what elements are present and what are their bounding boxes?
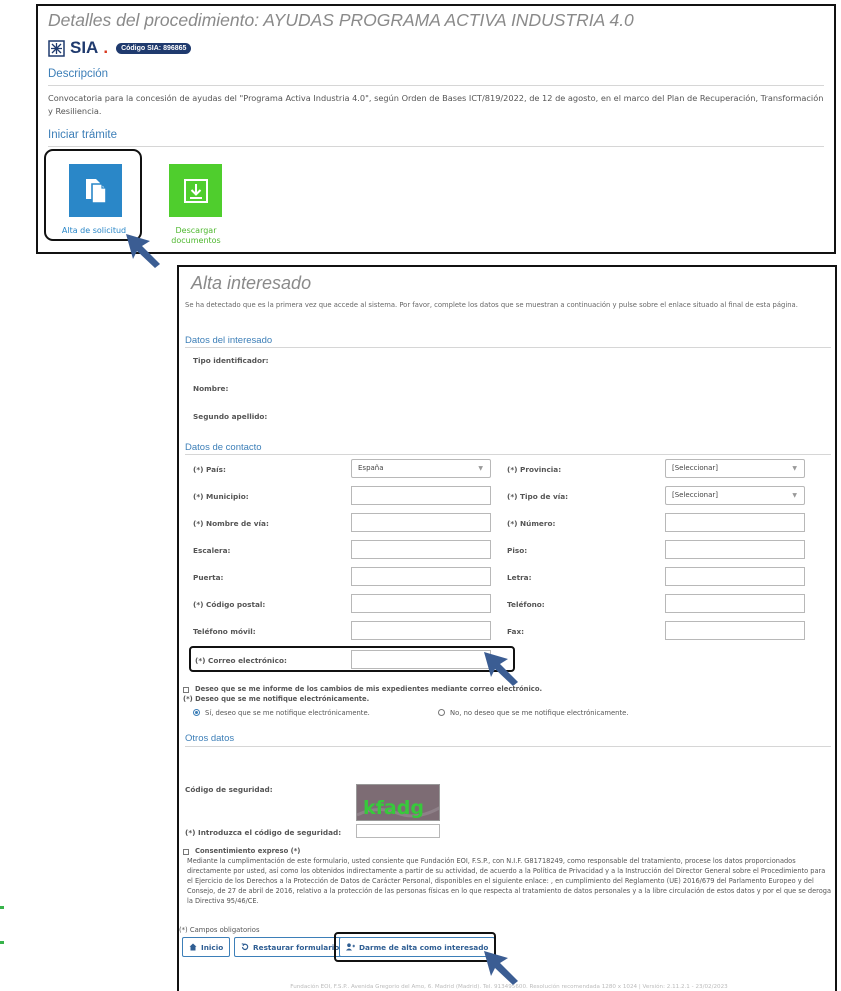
sia-logo-icon [48,39,65,57]
restore-icon [241,943,249,951]
sia-logo: SIA. Código SIA: 896865 [48,38,192,58]
tipo-via-label: (*) Tipo de vía: [507,492,569,501]
start-procedure-heading: Iniciar trámite [48,129,118,141]
pointer-arrow-icon [126,234,160,268]
divider [48,85,824,86]
captcha-image: kfadg [356,784,440,821]
alta-button-highlight [334,932,496,962]
piso-input[interactable] [665,540,805,559]
contact-data-heading: Datos de contacto [185,442,262,453]
procedure-title: Detalles del procedimiento: AYUDAS PROGR… [48,10,634,30]
notify-question: (*) Deseo que se me notifique electrónic… [183,695,370,703]
security-code-input[interactable] [356,824,440,838]
divider [185,746,831,747]
email-highlight [189,646,515,672]
other-data-heading: Otros datos [185,733,235,744]
piso-label: Piso: [507,546,528,555]
letra-input[interactable] [665,567,805,586]
telefono-movil-label: Teléfono móvil: [193,627,256,636]
notify-no-label: No, no deseo que se me notifique electró… [450,709,629,717]
telefono-label: Teléfono: [507,600,545,609]
escalera-label: Escalera: [193,546,231,555]
alta-solicitud-highlight [44,149,142,241]
sia-text: SIA [70,38,99,57]
telefono-input[interactable] [665,594,805,613]
nombre-label: Nombre: [193,384,229,393]
procedure-details-panel: Detalles del procedimiento: AYUDAS PROGR… [36,4,836,254]
segundo-apellido-label: Segundo apellido: [193,412,268,421]
enter-code-label: (*) Introduzca el código de seguridad: [185,828,342,837]
nombre-via-input[interactable] [351,513,491,532]
escalera-input[interactable] [351,540,491,559]
letra-label: Letra: [507,573,532,582]
consent-checkbox[interactable] [183,849,189,855]
required-fields-note: (*) Campos obligatorios [179,926,260,934]
divider [185,347,831,348]
pais-label: (*) País: [193,465,226,474]
intro-text: Se ha detectado que es la primera vez qu… [185,301,798,309]
notify-changes-checkbox[interactable] [183,687,189,693]
fax-input[interactable] [665,621,805,640]
description-heading: Descripción [48,68,109,80]
download-icon [183,178,208,203]
notify-yes-radio[interactable] [193,709,200,716]
interested-data-heading: Datos del interesado [185,335,273,346]
telefono-movil-input[interactable] [351,621,491,640]
municipio-input[interactable] [351,486,491,505]
tipo-identificador-label: Tipo identificador: [193,356,269,365]
pointer-arrow-icon [484,652,518,686]
numero-input[interactable] [665,513,805,532]
nombre-via-label: (*) Nombre de vía: [193,519,269,528]
inicio-label: Inicio [201,942,224,952]
sia-code-badge: Código SIA: 896865 [116,42,192,54]
edge-mark [0,906,4,909]
security-code-label: Código de seguridad: [185,785,273,794]
restaurar-formulario-button[interactable]: Restaurar formulario [234,937,347,957]
divider [185,454,831,455]
numero-label: (*) Número: [507,519,556,528]
consent-label: Consentimiento expreso (*) [195,847,301,855]
codigo-postal-input[interactable] [351,594,491,613]
form-title: Alta interesado [191,273,312,293]
puerta-input[interactable] [351,567,491,586]
inicio-button[interactable]: Inicio [182,937,231,957]
descargar-documentos-label[interactable]: Descargar documentos [164,226,228,245]
tipo-via-select[interactable]: [Seleccionar] ▼ [665,486,805,505]
fax-label: Fax: [507,627,525,636]
captcha-text: kfadg [363,797,424,819]
pointer-arrow-icon [484,951,518,985]
alta-interesado-panel: Alta interesado Se ha detectado que es l… [177,265,837,991]
descargar-documentos-tile[interactable] [169,164,222,217]
consent-text: Mediante la cumplimentación de este form… [187,857,831,905]
municipio-label: (*) Municipio: [193,492,249,501]
pais-select[interactable]: España ▼ [351,459,491,478]
notify-yes-label: Sí, deseo que se me notifique electrónic… [205,709,370,717]
provincia-select[interactable]: [Seleccionar] ▼ [665,459,805,478]
puerta-label: Puerta: [193,573,224,582]
description-text: Convocatoria para la concesión de ayudas… [48,93,824,116]
edge-mark [0,941,4,944]
home-icon [189,943,197,951]
notify-no-radio[interactable] [438,709,445,716]
codigo-postal-label: (*) Código postal: [193,600,266,609]
divider [48,146,824,147]
restaurar-label: Restaurar formulario [253,942,340,952]
provincia-label: (*) Provincia: [507,465,562,474]
